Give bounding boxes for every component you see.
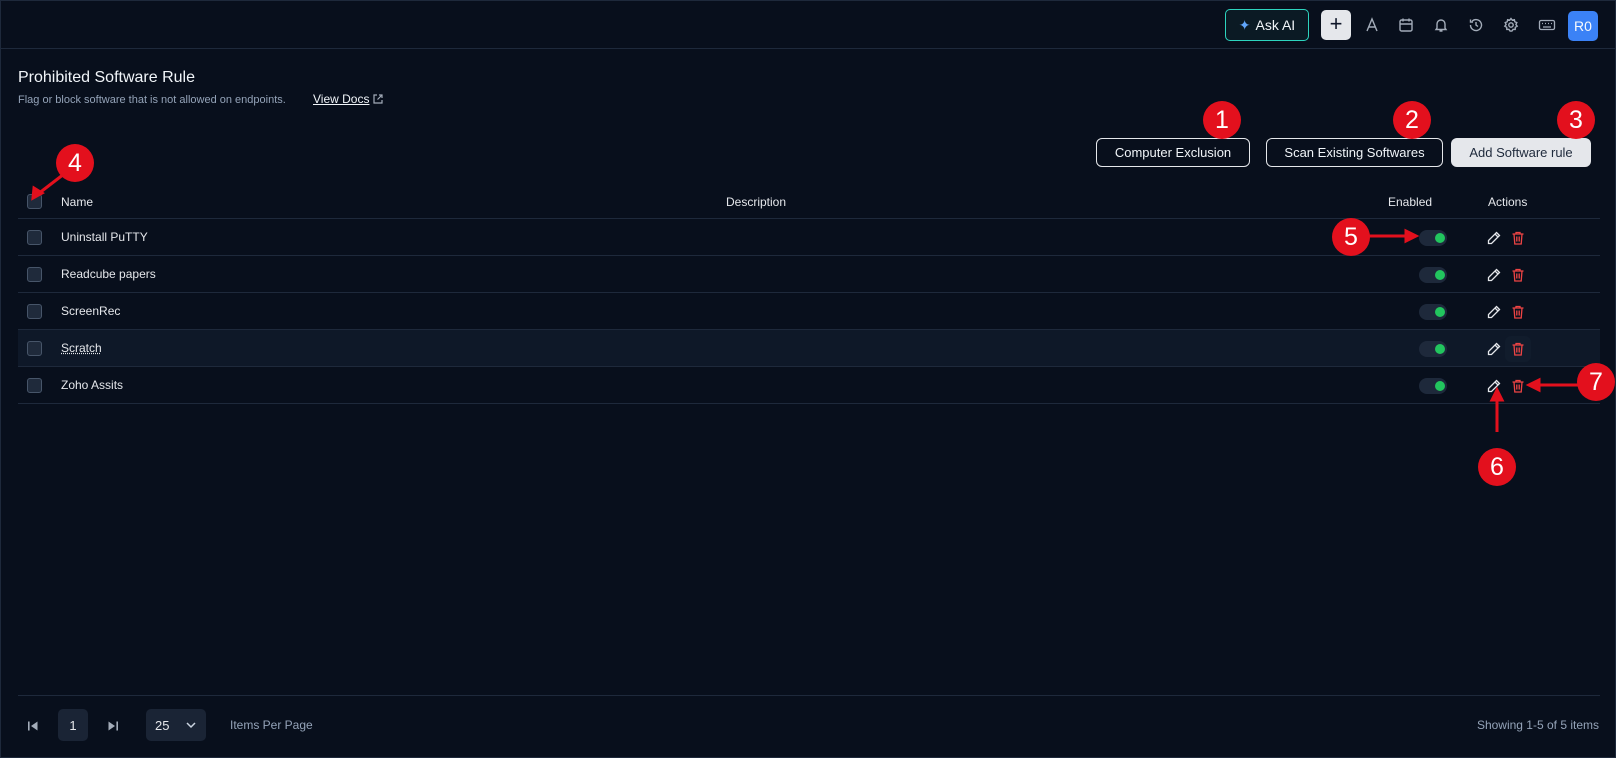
enabled-toggle[interactable]: [1419, 267, 1447, 283]
chevron-down-icon: [186, 722, 196, 729]
annotation-badge-3: 3: [1557, 101, 1595, 139]
font-icon[interactable]: [1362, 15, 1382, 35]
create-new-button[interactable]: +: [1321, 10, 1351, 40]
row-checkbox[interactable]: [27, 378, 42, 393]
toggle-knob: [1435, 344, 1445, 354]
annotation-badge-4: 4: [56, 144, 94, 182]
column-header-name: Name: [61, 195, 94, 209]
column-header-enabled: Enabled: [1388, 195, 1433, 209]
edit-icon[interactable]: [1486, 304, 1502, 320]
trash-icon[interactable]: [1510, 378, 1526, 394]
external-link-icon: [373, 94, 384, 104]
bell-icon[interactable]: [1431, 15, 1451, 35]
edit-icon[interactable]: [1486, 230, 1502, 246]
gear-icon[interactable]: [1501, 15, 1521, 35]
row-checkbox[interactable]: [27, 267, 42, 282]
page-subtitle: Flag or block software that is not allow…: [18, 94, 286, 106]
annotation-badge-6: 6: [1478, 448, 1516, 486]
footer-divider: [18, 695, 1600, 696]
showing-count: Showing 1-5 of 5 items: [1476, 718, 1599, 732]
edit-icon[interactable]: [1486, 267, 1502, 283]
ask-ai-button[interactable]: ✦ Ask AI: [1225, 9, 1309, 41]
page-title: Prohibited Software Rule: [18, 69, 195, 86]
scan-existing-softwares-button[interactable]: Scan Existing Softwares: [1266, 138, 1443, 167]
row-checkbox[interactable]: [27, 341, 42, 356]
user-avatar[interactable]: R0: [1568, 11, 1598, 41]
table-row: ScreenRec: [18, 293, 1600, 330]
enabled-toggle[interactable]: [1419, 230, 1447, 246]
table-row: Zoho Assits: [18, 367, 1600, 404]
toggle-knob: [1435, 381, 1445, 391]
view-docs-label: View Docs: [313, 92, 370, 106]
history-icon[interactable]: [1466, 15, 1486, 35]
table-header: Name Description Enabled Actions: [18, 184, 1600, 219]
column-header-description: Description: [726, 195, 787, 209]
select-all-checkbox[interactable]: [27, 194, 42, 209]
annotation-badge-5: 5: [1332, 218, 1370, 256]
last-page-icon[interactable]: [105, 718, 121, 734]
add-software-rule-button[interactable]: Add Software rule: [1451, 138, 1591, 167]
rule-name: Readcube papers: [61, 267, 156, 281]
rule-name: ScreenRec: [61, 304, 121, 318]
calendar-icon[interactable]: [1396, 15, 1416, 35]
enabled-toggle[interactable]: [1419, 341, 1447, 357]
trash-icon[interactable]: [1510, 230, 1526, 246]
computer-exclusion-button[interactable]: Computer Exclusion: [1096, 138, 1250, 167]
annotation-badge-7: 7: [1577, 363, 1615, 401]
sparkle-icon: ✦: [1238, 16, 1251, 33]
enabled-toggle[interactable]: [1419, 378, 1447, 394]
toggle-knob: [1435, 307, 1445, 317]
annotation-badge-2: 2: [1393, 101, 1431, 139]
items-per-page-value: 25: [155, 717, 170, 733]
rule-name: Scratch: [61, 341, 102, 355]
items-per-page-label: Items Per Page: [230, 718, 313, 732]
page-number-button[interactable]: 1: [58, 709, 88, 741]
edit-icon[interactable]: [1486, 378, 1502, 394]
table-row: Readcube papers: [18, 256, 1600, 293]
ask-ai-label: Ask AI: [1255, 17, 1296, 33]
software-rules-table: Name Description Enabled Actions Uninsta…: [18, 184, 1600, 404]
trash-icon[interactable]: [1510, 341, 1526, 357]
rule-name: Uninstall PuTTY: [61, 230, 148, 244]
row-checkbox[interactable]: [27, 230, 42, 245]
keyboard-icon[interactable]: [1537, 15, 1557, 35]
edit-icon[interactable]: [1486, 341, 1502, 357]
view-docs-link[interactable]: View Docs: [313, 92, 384, 106]
toggle-knob: [1435, 233, 1445, 243]
column-header-actions: Actions: [1488, 195, 1528, 209]
top-bar: ✦ Ask AI + R0: [1, 1, 1615, 49]
rule-name: Zoho Assits: [61, 378, 124, 392]
enabled-toggle[interactable]: [1419, 304, 1447, 320]
table-row: Scratch: [18, 330, 1600, 367]
items-per-page-select[interactable]: 25: [146, 709, 206, 741]
first-page-icon[interactable]: [25, 718, 41, 734]
toggle-knob: [1435, 270, 1445, 280]
trash-icon[interactable]: [1510, 304, 1526, 320]
trash-icon[interactable]: [1510, 267, 1526, 283]
row-checkbox[interactable]: [27, 304, 42, 319]
app-window: ✦ Ask AI + R0 Prohibited Software Rule F…: [0, 0, 1616, 758]
annotation-badge-1: 1: [1203, 101, 1241, 139]
